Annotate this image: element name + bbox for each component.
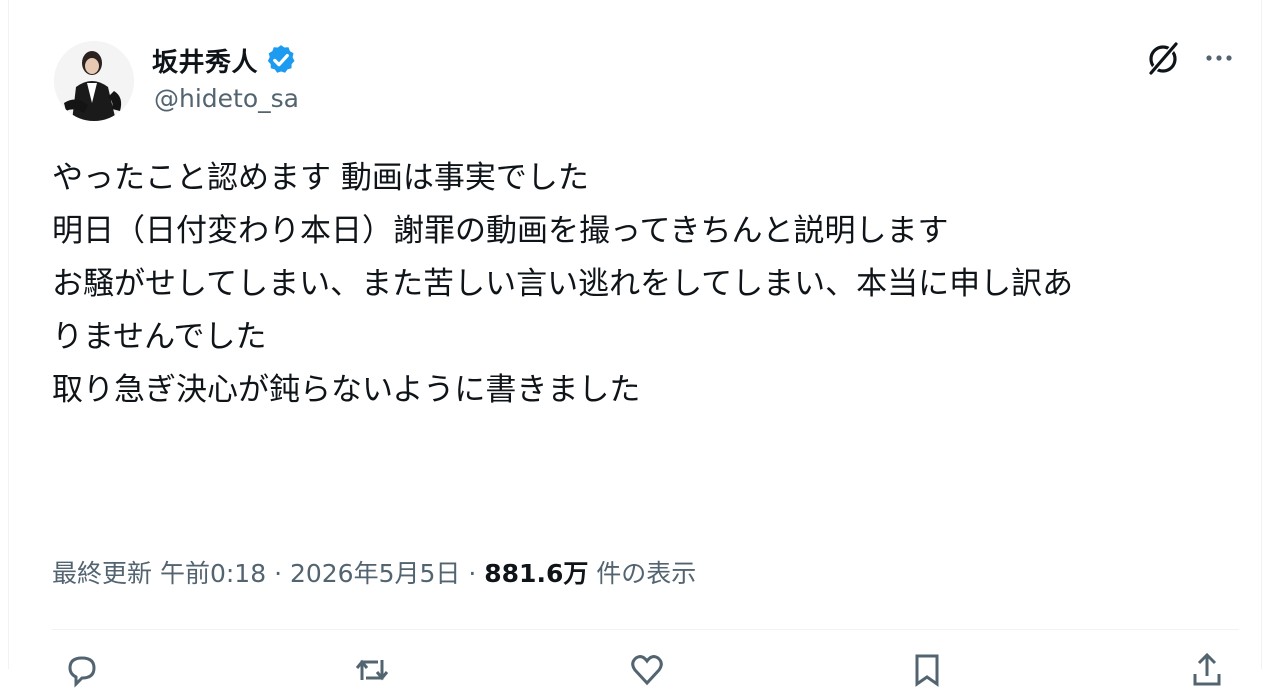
avatar-image <box>54 41 134 121</box>
tweet-line: お騒がせしてしまい、また苦しい言い逃れをしてしまい、本当に申し訳あ <box>52 266 1074 302</box>
views-count[interactable]: 881.6万 <box>484 559 588 588</box>
meta-separator: · <box>274 559 283 588</box>
share-icon[interactable] <box>1187 650 1227 690</box>
tweet-line: 取り急ぎ決心が鈍らないように書きました <box>52 372 641 408</box>
tweet-line: 明日（日付変わり本日）謝罪の動画を撮ってきちんと説明します <box>52 213 949 249</box>
divider <box>52 629 1239 630</box>
action-bar <box>52 650 1239 690</box>
tweet-date[interactable]: 2026年5月5日 <box>290 559 460 588</box>
tweet-card: 坂井秀人 @hideto_sa やったこと認めます 動画は事実でした 明日（日付… <box>8 0 1262 688</box>
grok-icon[interactable] <box>1143 38 1183 78</box>
tweet-line: やったこと認めます 動画は事実でした <box>52 160 589 196</box>
retweet-icon[interactable] <box>352 650 392 690</box>
tweet-line: りませんでした <box>52 319 267 355</box>
like-icon[interactable] <box>627 650 667 690</box>
more-icon[interactable] <box>1199 38 1239 78</box>
verified-badge-icon <box>264 43 298 77</box>
meta-separator: · <box>468 559 477 588</box>
tweet-text: やったこと認めます 動画は事実でした 明日（日付変わり本日）謝罪の動画を撮ってき… <box>52 152 1242 417</box>
tweet-meta: 最終更新 午前0:18 · 2026年5月5日 · 881.6万 件の表示 <box>52 556 696 592</box>
avatar[interactable] <box>54 41 134 121</box>
display-name[interactable]: 坂井秀人 <box>152 42 258 79</box>
author-handle[interactable]: @hideto_sa <box>154 84 299 113</box>
bookmark-icon[interactable] <box>907 650 947 690</box>
reply-icon[interactable] <box>62 650 102 690</box>
views-label: 件の表示 <box>596 559 697 588</box>
tweet-time[interactable]: 午前0:18 <box>160 559 266 588</box>
updated-label: 最終更新 <box>52 559 153 588</box>
author-name-row: 坂井秀人 <box>152 42 298 78</box>
